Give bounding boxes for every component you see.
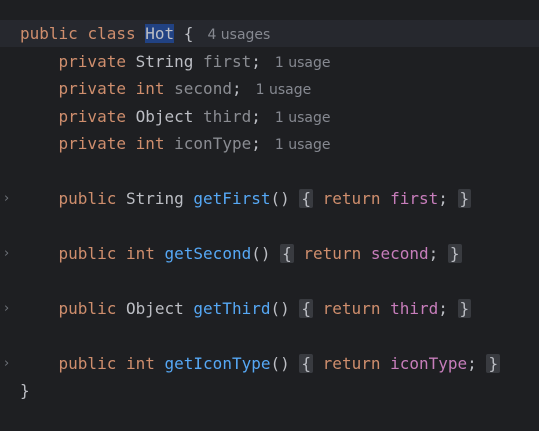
fold-chevron-icon[interactable]: ›	[4, 350, 14, 377]
keyword-class: class	[87, 24, 136, 43]
method-name[interactable]: getThird	[193, 299, 270, 318]
field-line-first[interactable]: private String first; 1 usage	[0, 48, 539, 75]
field-type: Object	[135, 107, 194, 126]
usages-hint[interactable]: 1 usage	[275, 55, 331, 71]
keyword-return: return	[322, 299, 381, 318]
class-closing-line[interactable]: }	[0, 377, 539, 404]
brace-open: {	[282, 244, 292, 263]
folded-body[interactable]: {	[299, 299, 314, 318]
field-line-icontype[interactable]: private int iconType; 1 usage	[0, 130, 539, 157]
keyword-public: public	[58, 189, 117, 208]
folded-body-end[interactable]: }	[457, 299, 472, 318]
keyword-return: return	[303, 244, 362, 263]
fold-chevron-icon[interactable]: ›	[4, 185, 14, 212]
method-name[interactable]: getIconType	[165, 354, 271, 373]
semicolon: ;	[428, 244, 439, 263]
return-value[interactable]: third	[390, 299, 438, 318]
field-line-second[interactable]: private int second; 1 usage	[0, 75, 539, 102]
method-line-getthird[interactable]: › public Object getThird() { return thir…	[0, 295, 539, 322]
usages-hint[interactable]: 4 usages	[207, 27, 270, 43]
usages-hint[interactable]: 1 usage	[256, 82, 312, 98]
method-name[interactable]: getSecond	[165, 244, 252, 263]
return-value[interactable]: iconType	[390, 354, 467, 373]
field-name[interactable]: iconType	[174, 134, 251, 153]
folded-body[interactable]: {	[299, 354, 314, 373]
semicolon: ;	[251, 107, 261, 126]
method-name[interactable]: getFirst	[193, 189, 270, 208]
field-name[interactable]: third	[203, 107, 251, 126]
parens: ()	[270, 189, 290, 208]
semicolon: ;	[231, 79, 242, 98]
keyword-public: public	[20, 24, 78, 43]
keyword-private: private	[58, 79, 126, 98]
fold-chevron-icon[interactable]: ›	[4, 295, 14, 322]
semicolon: ;	[467, 354, 477, 373]
semicolon: ;	[251, 52, 261, 71]
keyword-private: private	[58, 52, 126, 71]
parens: ()	[270, 299, 290, 318]
folded-body[interactable]: {	[299, 189, 314, 208]
semicolon: ;	[251, 134, 261, 153]
brace-close: }	[459, 189, 470, 208]
parens: ()	[251, 244, 271, 263]
semicolon: ;	[438, 299, 448, 318]
keyword-private: private	[58, 134, 126, 153]
return-type: String	[125, 189, 184, 208]
class-declaration-line[interactable]: public class Hot {4 usages	[0, 20, 539, 47]
method-line-getfirst[interactable]: › public String getFirst() { return firs…	[0, 185, 539, 212]
return-type: int	[125, 244, 155, 263]
usages-hint[interactable]: 1 usage	[275, 137, 331, 153]
brace-open: {	[183, 24, 194, 43]
brace-open: {	[301, 189, 312, 208]
keyword-public: public	[58, 354, 117, 373]
keyword-public: public	[58, 299, 117, 318]
class-name[interactable]: Hot	[145, 24, 175, 43]
brace-close: }	[449, 244, 460, 263]
method-line-geticontype[interactable]: › public int getIconType() { return icon…	[0, 350, 539, 377]
semicolon: ;	[438, 189, 448, 208]
brace-close: }	[488, 354, 499, 373]
keyword-return: return	[322, 189, 381, 208]
folded-body-end[interactable]: }	[486, 354, 501, 373]
folded-body-end[interactable]: }	[457, 189, 472, 208]
field-name[interactable]: first	[203, 52, 251, 71]
keyword-return: return	[322, 354, 381, 373]
field-type: int	[135, 134, 165, 153]
brace-open: {	[301, 299, 312, 318]
return-value[interactable]: second	[371, 244, 429, 263]
brace-open: {	[301, 354, 312, 373]
folded-body[interactable]: {	[280, 244, 294, 263]
field-type: int	[135, 79, 165, 98]
method-line-getsecond[interactable]: › public int getSecond() { return second…	[0, 240, 539, 267]
field-type: String	[135, 52, 194, 71]
parens: ()	[270, 354, 290, 373]
fold-chevron-icon[interactable]: ›	[4, 240, 14, 267]
class-declaration: public class Hot {4 usages	[20, 20, 270, 49]
field-line-third[interactable]: private Object third; 1 usage	[0, 103, 539, 130]
usages-hint[interactable]: 1 usage	[275, 110, 331, 126]
class-closing-brace: }	[20, 381, 30, 400]
brace-close: }	[459, 299, 470, 318]
keyword-public: public	[58, 244, 117, 263]
return-type: int	[125, 354, 155, 373]
return-value[interactable]: first	[390, 189, 438, 208]
field-name[interactable]: second	[174, 79, 232, 98]
return-type: Object	[125, 299, 184, 318]
keyword-private: private	[58, 107, 126, 126]
folded-body-end[interactable]: }	[447, 244, 462, 263]
